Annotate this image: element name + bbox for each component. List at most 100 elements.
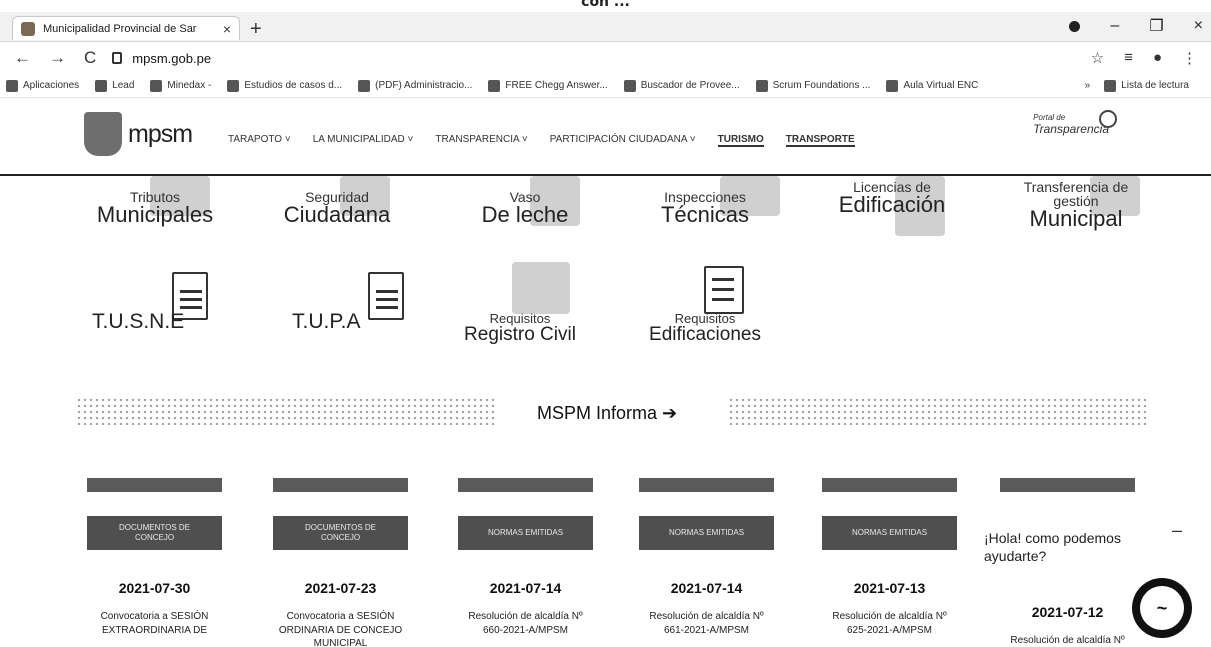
news-card[interactable]: DOCUMENTOS DE CONCEJO 2021-07-23 Convoca… <box>273 478 408 647</box>
back-icon[interactable]: ← <box>14 48 31 68</box>
service-tusne[interactable]: T.U.S.N.E <box>92 310 184 334</box>
lock-icon[interactable] <box>112 52 123 64</box>
bookmark[interactable]: (PDF) Administracio... <box>358 79 473 92</box>
main-menu: TARAPOTO ˅ LA MUNICIPALIDAD ˅ TRANSPAREN… <box>228 134 855 147</box>
tab-title: Municipalidad Provincial de Sar <box>43 22 197 35</box>
news-date: 2021-07-23 <box>304 580 377 596</box>
card-image <box>458 478 593 492</box>
category-badge: DOCUMENTOS DE CONCEJO <box>273 516 408 550</box>
bookmark-icon <box>755 79 768 92</box>
bookmark[interactable]: Scrum Foundations ... <box>755 79 870 92</box>
news-description: Resolución de alcaldía Nº 660-2021-A/MPS… <box>468 611 583 636</box>
category-badge: NORMAS EMITIDAS <box>822 516 957 550</box>
section-title[interactable]: MSPM Informa ➔ <box>537 403 677 424</box>
bookmark[interactable]: Buscador de Provee... <box>623 79 740 92</box>
service-inspecciones[interactable]: Inspecciones Técnicas <box>630 190 780 226</box>
checklist-icon <box>704 266 744 314</box>
close-tab-icon[interactable]: × <box>223 21 231 37</box>
service-line2: Ciudadana <box>283 202 391 227</box>
browser-tab[interactable]: Municipalidad Provincial de Sar × <box>12 16 240 40</box>
service-line2: Técnicas <box>660 202 750 227</box>
bookmark[interactable]: Aplicaciones <box>6 79 80 92</box>
category-badge: NORMAS EMITIDAS <box>458 516 593 550</box>
bookmark-icon <box>886 79 899 92</box>
bookmark[interactable]: FREE Chegg Answer... <box>488 79 608 92</box>
new-tab-icon[interactable]: + <box>250 18 262 41</box>
record-icon[interactable] <box>1069 20 1081 32</box>
card-image <box>822 478 957 492</box>
chat-minimize-icon[interactable]: – <box>1172 520 1182 541</box>
service-line2: Municipal <box>1029 206 1123 231</box>
messenger-icon[interactable]: ~ <box>1132 578 1192 638</box>
reload-icon[interactable]: C <box>84 48 96 68</box>
menu-participacion[interactable]: PARTICIPACIÓN CIUDADANA ˅ <box>550 134 696 147</box>
dotted-divider-left <box>76 397 496 425</box>
transparency-portal-link[interactable]: Portal de Transparencia <box>1033 110 1117 136</box>
tupa-doc-icon <box>368 272 404 320</box>
url-field[interactable]: mpsm.gob.pe <box>132 51 1090 66</box>
bookmark[interactable]: Minedax - <box>150 79 212 92</box>
maximize-icon[interactable]: ❐ <box>1149 16 1163 36</box>
star-icon[interactable]: ☆ <box>1091 49 1104 67</box>
reading-list[interactable]: Lista de lectura <box>1104 79 1189 92</box>
service-vaso[interactable]: Vaso De leche <box>450 190 600 226</box>
bookmark[interactable]: Lead <box>95 79 134 92</box>
browser-tab-strip: Municipalidad Provincial de Sar × + – ❐ … <box>0 12 1211 42</box>
service-tributos[interactable]: Tributos Municipales <box>80 190 230 226</box>
registro-civil-image <box>512 262 570 314</box>
close-window-icon[interactable]: × <box>1194 17 1203 35</box>
screenshot-caption: con ... <box>581 0 630 10</box>
menu-turismo[interactable]: TURISMO <box>717 134 764 147</box>
site-logo[interactable]: mpsm <box>84 112 193 156</box>
news-card[interactable]: NORMAS EMITIDAS 2021-07-13 Resolución de… <box>822 478 957 637</box>
bookmark-icon <box>227 79 240 92</box>
bookmark[interactable]: Aula Virtual ENC <box>886 79 978 92</box>
news-card[interactable]: NORMAS EMITIDAS 2021-07-14 Resolución de… <box>639 478 774 637</box>
news-description: Resolución de alcaldía Nº 661-2021-A/MPS… <box>649 611 764 636</box>
news-description: Resolución de alcaldía Nº 625-2021-A/MPS… <box>832 611 947 636</box>
profile-icon[interactable]: ● <box>1153 49 1162 67</box>
menu-transparencia[interactable]: TRANSPARENCIA ˅ <box>435 134 527 147</box>
service-line2: Registro Civil <box>464 324 576 345</box>
menu-municipalidad[interactable]: LA MUNICIPALIDAD ˅ <box>313 134 414 147</box>
news-date: 2021-07-30 <box>118 580 191 596</box>
minimize-icon[interactable]: – <box>1110 17 1119 35</box>
service-tupa[interactable]: T.U.P.A <box>292 310 360 334</box>
dotted-divider-right <box>728 397 1148 425</box>
menu-transporte[interactable]: TRANSPORTE <box>785 134 855 147</box>
site-header: mpsm TARAPOTO ˅ LA MUNICIPALIDAD ˅ TRANS… <box>0 100 1211 176</box>
messenger-bolt-icon: ~ <box>1156 598 1168 618</box>
service-edificaciones[interactable]: Requisitos Edificaciones <box>630 312 780 344</box>
news-description: Convocatoria a SESIÓN ORDINARIA DE CONCE… <box>278 611 403 647</box>
reading-mode-icon[interactable]: ≡ <box>1124 49 1133 67</box>
service-licencias[interactable]: Licencias de Edificación <box>822 180 962 216</box>
transparency-label: Transparencia <box>1033 121 1109 136</box>
menu-icon[interactable]: ⋮ <box>1182 49 1197 67</box>
forward-icon[interactable]: → <box>49 48 66 68</box>
bookmark-label: (PDF) Administracio... <box>375 80 473 91</box>
apps-icon <box>6 79 18 92</box>
bookmark-label: Minedax - <box>167 80 212 91</box>
reading-list-icon <box>1104 79 1117 92</box>
bookmark-icon <box>623 79 636 92</box>
chat-greeting[interactable]: ¡Hola! como podemos ayudarte? <box>984 530 1134 565</box>
news-description: Convocatoria a SESIÓN EXTRAORDINARIA DE <box>100 611 209 636</box>
service-seguridad[interactable]: Seguridad Ciudadana <box>262 190 412 226</box>
bookmark-label: FREE Chegg Answer... <box>505 80 608 91</box>
site-favicon-icon <box>21 21 35 36</box>
news-card[interactable]: NORMAS EMITIDAS 2021-07-14 Resolución de… <box>458 478 593 637</box>
more-bookmarks-icon[interactable]: » <box>1085 80 1091 91</box>
menu-tarapoto[interactable]: TARAPOTO ˅ <box>228 134 291 147</box>
search-icon[interactable] <box>1099 110 1117 128</box>
reading-list-label: Lista de lectura <box>1121 80 1189 91</box>
window-controls: – ❐ × <box>1069 16 1203 36</box>
service-line2: Edificación <box>838 192 946 217</box>
news-date: 2021-07-13 <box>853 580 926 596</box>
service-transferencia[interactable]: Transferencia de gestión Municipal <box>996 180 1156 230</box>
bookmark-label: Aplicaciones <box>23 80 80 91</box>
news-date: 2021-07-14 <box>670 580 743 596</box>
bookmark[interactable]: Estudios de casos d... <box>227 79 342 92</box>
service-registro-civil[interactable]: Requisitos Registro Civil <box>445 312 595 344</box>
category-badge: DOCUMENTOS DE CONCEJO <box>87 516 222 550</box>
news-card[interactable]: DOCUMENTOS DE CONCEJO 2021-07-30 Convoca… <box>87 478 222 637</box>
